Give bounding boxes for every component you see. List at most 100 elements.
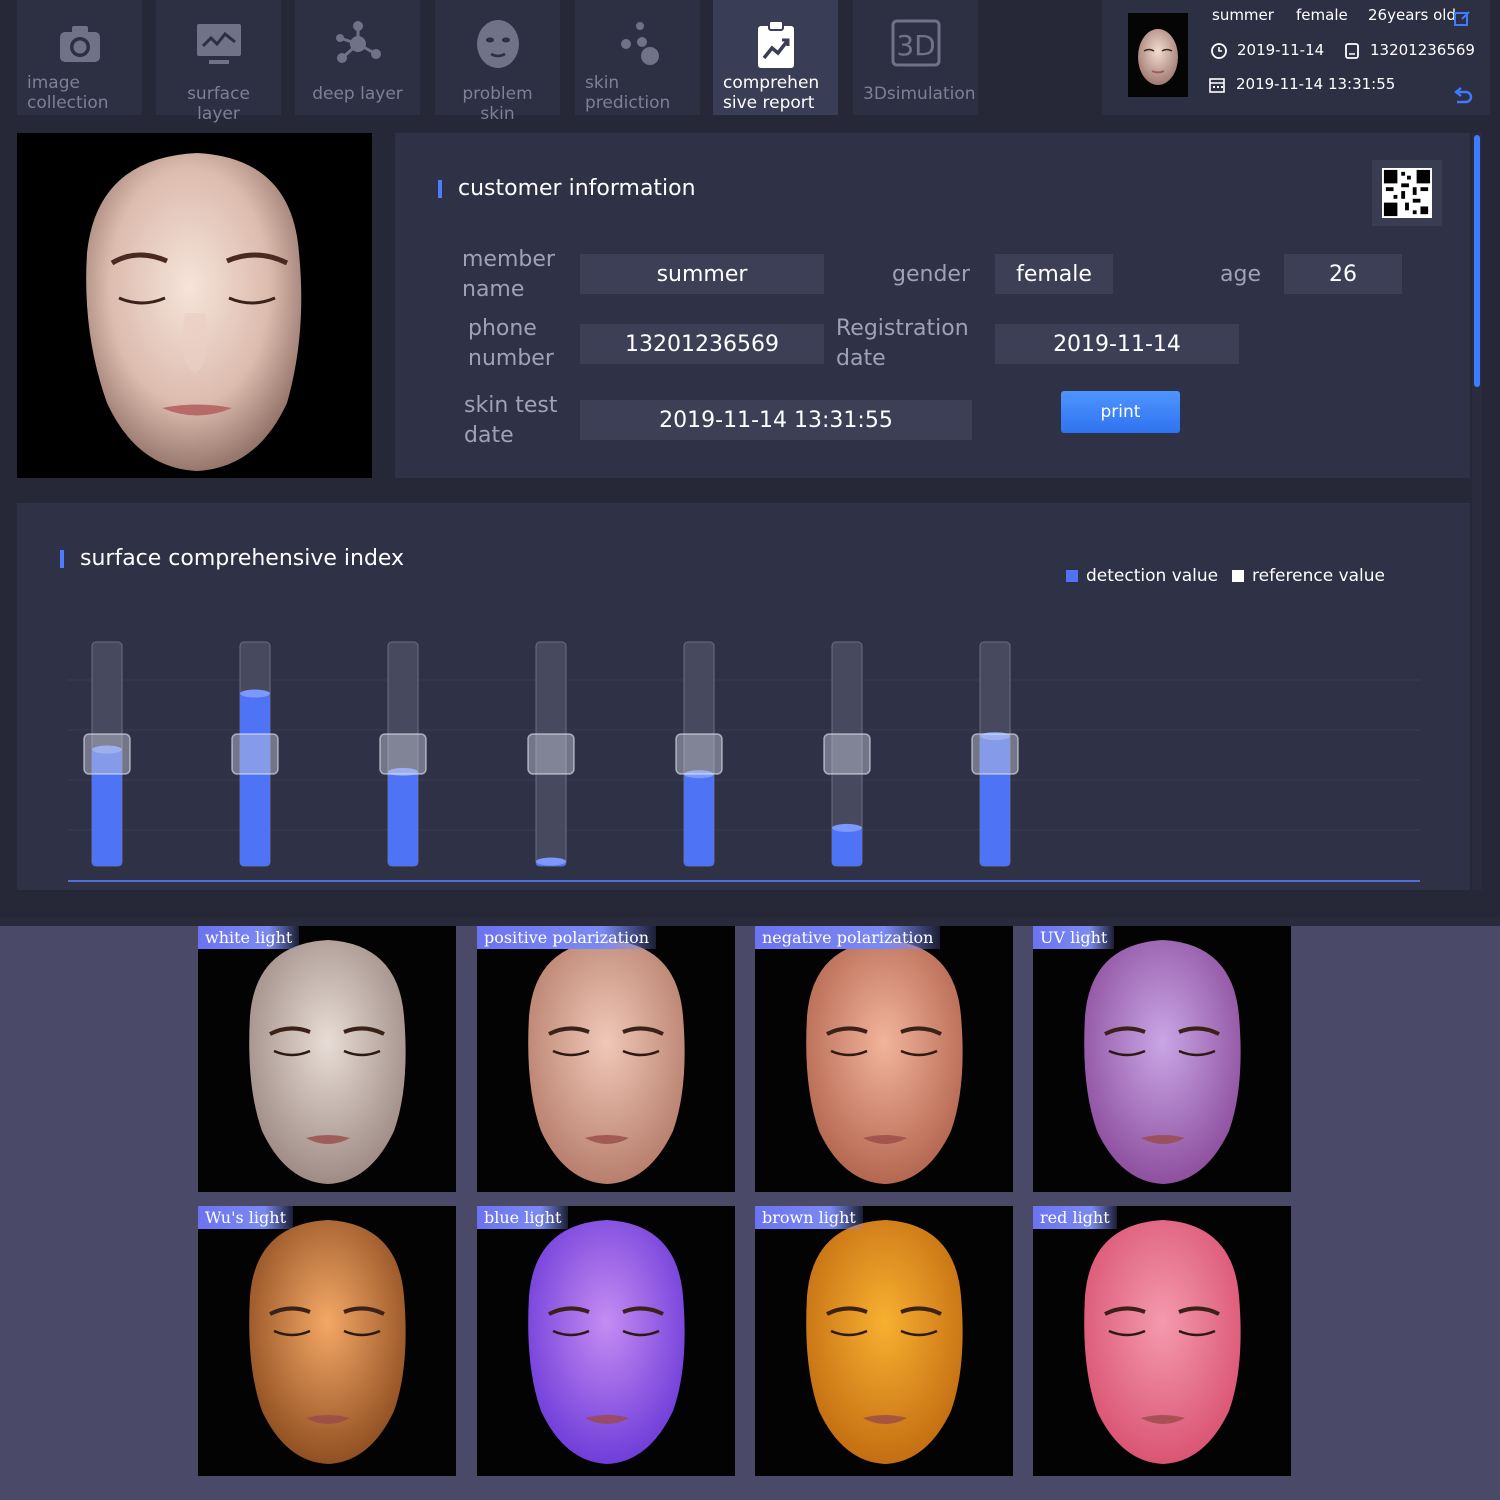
skin-test-date-label: skin test date <box>464 393 558 448</box>
tab-label: problem skin <box>462 84 533 124</box>
phone-number-label: phone number <box>468 316 554 371</box>
light-image-card[interactable]: UV light <box>1033 926 1291 1192</box>
edit-icon[interactable] <box>1454 10 1470 26</box>
profile-panel: summer female 26years old 2019-11-14 132… <box>1102 0 1490 115</box>
profile-datetime: 2019-11-14 13:31:55 <box>1236 75 1396 93</box>
tab-problem-skin[interactable]: problem skin <box>435 0 560 124</box>
detection-bar <box>388 771 418 866</box>
reference-marker <box>527 733 575 775</box>
phone-number-field: 13201236569 <box>580 324 824 364</box>
tab-image-collection[interactable]: image collection <box>17 0 142 115</box>
face-image <box>1084 1220 1241 1464</box>
tab-3d-simulation[interactable]: 3D 3Dsimulation <box>853 0 978 115</box>
detection-bar <box>684 774 714 866</box>
gender-field: female <box>995 254 1113 294</box>
light-label: red light <box>1033 1206 1117 1229</box>
detection-bar-cap <box>240 689 270 698</box>
face-image <box>528 1220 685 1464</box>
monitor-chart-icon <box>196 24 241 64</box>
detection-bar-cap <box>832 823 862 832</box>
skin-test-date-field: 2019-11-14 13:31:55 <box>580 400 972 440</box>
index-bar <box>971 641 1019 867</box>
legend-detection: detection value <box>1066 566 1218 586</box>
light-image-card[interactable]: white light <box>198 926 456 1192</box>
legend-swatch-reference <box>1232 570 1244 582</box>
tab-label: comprehensive report <box>723 73 820 113</box>
face-image <box>528 940 685 1184</box>
member-name-label: member name <box>462 247 555 302</box>
avatar <box>1128 13 1188 97</box>
3d-icon: 3D <box>891 19 940 67</box>
light-image-card[interactable]: positive polarization <box>477 926 735 1192</box>
face-image <box>806 1220 963 1464</box>
face-photo <box>17 133 372 478</box>
light-image-card[interactable]: negative polarization <box>755 926 1013 1192</box>
reference-marker <box>231 733 279 775</box>
registration-date-field: 2019-11-14 <box>995 324 1239 364</box>
index-bar <box>83 641 131 867</box>
qr-code-icon[interactable] <box>1381 168 1433 218</box>
back-icon[interactable] <box>1452 86 1474 106</box>
profile-name: summer <box>1212 6 1274 24</box>
face-image <box>249 940 406 1184</box>
surface-index-chart <box>68 641 1420 882</box>
member-name-field: summer <box>580 254 824 294</box>
light-label: brown light <box>755 1206 863 1229</box>
title-accent <box>438 180 442 198</box>
light-image-card[interactable]: brown light <box>755 1206 1013 1476</box>
tab-label: image collection <box>27 73 109 113</box>
light-label: white light <box>198 926 300 949</box>
phone-icon <box>1345 43 1359 59</box>
light-image-card[interactable]: blue light <box>477 1206 735 1476</box>
face-image <box>806 940 963 1184</box>
index-bar <box>231 641 279 867</box>
tab-deep-layer[interactable]: deep layer <box>295 0 420 115</box>
light-label: negative polarization <box>755 926 941 949</box>
face-mask-icon <box>476 20 519 68</box>
molecule-icon <box>335 21 381 63</box>
light-label: UV light <box>1033 926 1115 949</box>
tab-label: skin prediction <box>585 73 671 113</box>
face-image <box>249 1220 406 1464</box>
index-bar <box>527 641 575 867</box>
tab-surface-layer[interactable]: surface layer <box>156 0 281 124</box>
index-bar <box>823 641 871 867</box>
qr-code-frame <box>1372 160 1442 226</box>
dots-icon <box>620 22 659 65</box>
age-label: age <box>1220 262 1261 287</box>
section-title-text: customer information <box>458 176 696 201</box>
print-button[interactable]: print <box>1061 391 1180 433</box>
tab-label: surface layer <box>187 84 250 124</box>
registration-date-label: Registration date <box>836 316 969 371</box>
clock-icon <box>1211 43 1227 59</box>
light-label: positive polarization <box>477 926 657 949</box>
detection-bar <box>832 827 862 866</box>
gender-label: gender <box>892 262 970 287</box>
light-image-card[interactable]: red light <box>1033 1206 1291 1476</box>
light-label: blue light <box>477 1206 569 1229</box>
camera-icon <box>59 26 100 62</box>
tab-comprehensive-report[interactable]: comprehensive report <box>713 0 838 115</box>
profile-gender: female <box>1296 6 1348 24</box>
surface-index-title: surface comprehensive index <box>60 546 404 571</box>
detection-bar-cap <box>536 857 566 866</box>
legend-reference: reference value <box>1232 566 1385 586</box>
index-bar <box>675 641 723 867</box>
light-label: Wu's light <box>198 1206 294 1229</box>
app-window: image collection surface layer deep laye… <box>0 0 1500 918</box>
tab-skin-prediction[interactable]: skin prediction <box>575 0 700 115</box>
calendar-icon <box>1209 78 1225 93</box>
tab-label: 3Dsimulation <box>863 84 976 104</box>
profile-age: 26years old <box>1368 6 1457 24</box>
reference-marker <box>83 733 131 775</box>
scrollbar[interactable] <box>1472 133 1482 890</box>
reference-marker <box>379 733 427 775</box>
scrollbar-thumb[interactable] <box>1474 135 1480 387</box>
profile-date: 2019-11-14 <box>1237 41 1325 59</box>
light-image-card[interactable]: Wu's light <box>198 1206 456 1476</box>
title-accent <box>60 550 64 568</box>
legend-label: reference value <box>1252 566 1386 586</box>
light-gallery: white light positive polarization negative… <box>0 926 1500 1500</box>
svg-text:3D: 3D <box>896 29 935 62</box>
face-image <box>1084 940 1241 1184</box>
